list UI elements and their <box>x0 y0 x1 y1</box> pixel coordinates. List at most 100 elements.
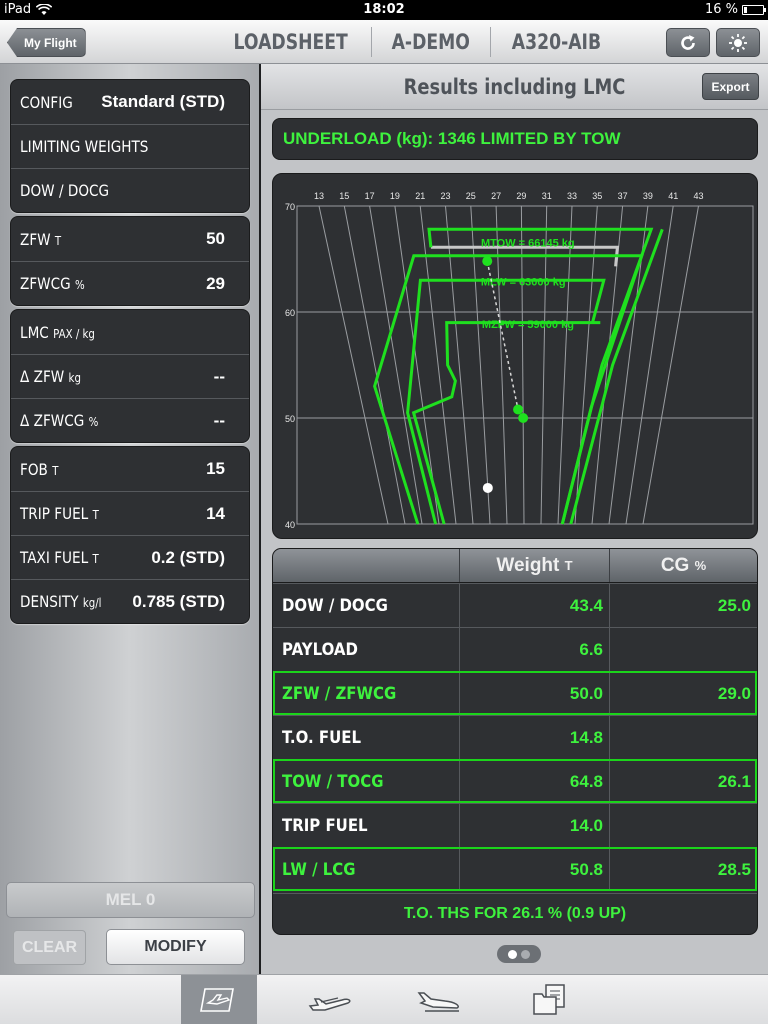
x-tick-label: 15 <box>339 191 349 201</box>
dow-docg-row[interactable]: DOW / DOCG <box>11 168 249 212</box>
gridline-cg <box>419 205 457 525</box>
x-tick-label: 19 <box>390 191 400 201</box>
lmc-group: LMC PAX / kg Δ ZFW kg -- Δ ZFWCG % -- <box>10 309 250 443</box>
battery-percent: 16 % <box>704 2 738 17</box>
density-row[interactable]: DENSITY kg/l 0.785 (STD) <box>11 579 249 623</box>
page-dot <box>521 949 530 959</box>
header-item <box>273 549 459 582</box>
x-tick-label: 33 <box>567 191 577 201</box>
landing-tab-icon <box>417 992 459 1012</box>
table-row: TOW / TOCG 64.8 26.1 <box>273 759 757 803</box>
row-label: DOW / DOCG <box>282 595 388 616</box>
x-tick-label: 43 <box>693 191 703 201</box>
y-tick-label: 40 <box>285 520 295 530</box>
row-weight: 50.8 <box>459 848 609 891</box>
tab-takeoff[interactable] <box>292 975 368 1024</box>
cg-chart-svg: 70 60 50 40 13 15 17 19 21 23 25 27 29 31 33 35 37 39 41 43… <box>285 191 754 530</box>
table-row: PAYLOAD 6.6 <box>273 627 757 671</box>
cg-envelope-chart: 70 60 50 40 13 15 17 19 21 23 25 27 29 31 33 35 37 39 41 43… <box>272 173 758 539</box>
zfwcg-value: 29 <box>206 273 225 293</box>
brightness-button[interactable] <box>716 28 760 57</box>
trip-fuel-row[interactable]: TRIP FUEL T 14 <box>11 491 249 535</box>
fob-value: 15 <box>206 459 225 478</box>
loadsheet-title: LOADSHEET <box>233 30 348 54</box>
row-cg: 29.0 <box>609 672 757 715</box>
cg-point-zfw <box>518 413 529 423</box>
modify-button[interactable]: MODIFY <box>106 929 245 965</box>
limiting-weights-row[interactable]: LIMITING WEIGHTS <box>11 124 249 168</box>
zfwcg-label: ZFWCG % <box>20 274 85 293</box>
cg-point-dow <box>482 482 493 493</box>
zfw-label: ZFW T <box>20 229 62 249</box>
clock: 18:02 <box>363 2 405 17</box>
delta-zfw-label: Δ ZFW kg <box>20 367 81 386</box>
taxi-fuel-label: TAXI FUEL T <box>20 548 99 567</box>
documents-tab-icon <box>533 984 565 1015</box>
x-tick-label: 27 <box>491 191 501 201</box>
x-tick-label: 13 <box>314 191 324 201</box>
tab-landing[interactable] <box>402 975 478 1024</box>
gridline-cg <box>445 205 474 525</box>
outer-envelope-left <box>373 254 644 525</box>
x-tick-label: 29 <box>516 191 526 201</box>
page-indicator[interactable] <box>497 945 541 963</box>
gridline-cg <box>557 205 573 525</box>
lmc-row[interactable]: LMC PAX / kg <box>11 310 249 354</box>
x-tick-label: 23 <box>440 191 450 201</box>
x-tick-label: 37 <box>618 191 628 201</box>
mel-button[interactable]: MEL 0 <box>6 882 255 918</box>
tab-bar <box>0 974 768 1024</box>
underload-banner: UNDERLOAD (kg): 1346 LIMITED BY TOW <box>272 118 758 160</box>
fob-row[interactable]: FOB T 15 <box>11 447 249 491</box>
cg-point-lw <box>513 404 524 415</box>
title-divider <box>489 27 491 57</box>
fob-label: FOB T <box>20 459 59 479</box>
export-button[interactable]: Export <box>702 73 759 100</box>
x-tick-label: 31 <box>542 191 552 201</box>
config-value: Standard (STD) <box>101 92 225 111</box>
refresh-button[interactable] <box>666 28 710 57</box>
table-row: T.O. FUEL 14.8 <box>273 715 757 759</box>
config-row[interactable]: CONFIG Standard (STD) <box>11 80 249 124</box>
x-tick-label: 39 <box>643 191 653 201</box>
trip-fuel-label: TRIP FUEL T <box>20 504 99 523</box>
table-header: Weight T CG % <box>273 549 757 583</box>
tab-documents[interactable] <box>512 975 588 1024</box>
battery-level <box>744 6 747 13</box>
x-tick-label: 41 <box>668 191 678 201</box>
takeoff-tab-icon <box>308 997 351 1011</box>
gridline-cg <box>642 205 699 525</box>
row-label: ZFW / ZFWCG <box>282 683 397 704</box>
taxi-fuel-row[interactable]: TAXI FUEL T 0.2 (STD) <box>11 535 249 579</box>
results-title: Results including LMC <box>403 75 626 99</box>
row-label: LW / LCG <box>282 859 356 880</box>
delta-zfw-row[interactable]: Δ ZFW kg -- <box>11 354 249 398</box>
outer-envelope-right <box>427 227 654 525</box>
back-button[interactable]: My Flight <box>7 28 86 57</box>
zfw-value: 50 <box>206 229 225 248</box>
tab-loadsheet[interactable] <box>181 975 257 1024</box>
loadsheet-tab-icon <box>200 988 234 1012</box>
zfw-row[interactable]: ZFW T 50 <box>11 217 249 261</box>
table-row: LW / LCG 50.8 28.5 <box>273 847 757 891</box>
cg-point-tow <box>482 256 493 267</box>
x-tick-label: 21 <box>415 191 425 201</box>
lmc-label: LMC PAX / kg <box>20 322 95 342</box>
taxi-fuel-value: 0.2 (STD) <box>151 547 225 567</box>
clear-button[interactable]: CLEAR <box>13 930 86 965</box>
x-tick-label: 25 <box>466 191 476 201</box>
zfwcg-row[interactable]: ZFWCG % 29 <box>11 261 249 305</box>
row-label: PAYLOAD <box>282 639 358 660</box>
delta-zfwcg-row[interactable]: Δ ZFWCG % -- <box>11 398 249 442</box>
row-label: TRIP FUEL <box>282 815 368 836</box>
gridline-cg <box>574 205 598 525</box>
delta-zfw-value: -- <box>213 366 225 386</box>
flight-title: A-DEMO <box>391 30 471 54</box>
row-cg: 25.0 <box>609 584 757 627</box>
gridline-cg <box>625 205 674 525</box>
row-weight: 64.8 <box>459 760 609 803</box>
delta-zfwcg-value: -- <box>213 410 225 430</box>
dow-docg-label: DOW / DOCG <box>20 181 110 200</box>
fuel-group: FOB T 15 TRIP FUEL T 14 TAXI FUEL T 0.2 (ST… <box>10 446 250 624</box>
row-weight: 43.4 <box>459 584 609 627</box>
